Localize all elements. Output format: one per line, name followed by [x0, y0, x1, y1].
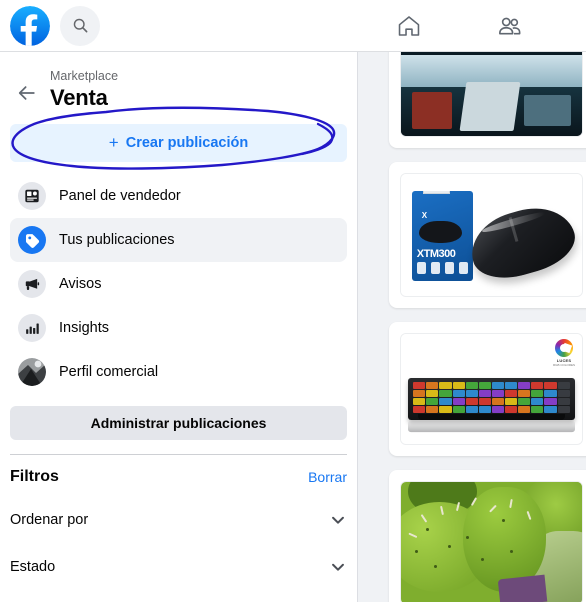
sidebar-item-label: Panel de vendedor — [59, 188, 181, 204]
filter-estado[interactable]: Estado — [10, 554, 347, 580]
chevron-down-icon — [332, 563, 344, 571]
title-block: Marketplace Venta — [50, 68, 118, 112]
mouse-product — [463, 197, 582, 288]
mouse-retail-box: X XTM300 — [411, 191, 474, 282]
price-tag-icon — [18, 226, 46, 254]
sidebar-header: Marketplace Venta — [10, 52, 347, 112]
listing-thumbnail: LUCES RGB COLORES — [400, 333, 583, 445]
sidebar-item-label: Insights — [59, 320, 109, 336]
rgb-keyboard-photo: LUCES RGB COLORES — [401, 334, 582, 444]
chevron-down-icon — [332, 516, 344, 524]
back-arrow-icon — [18, 86, 35, 100]
filters-header: Filtros Borrar — [10, 468, 347, 486]
listing-thumbnail — [400, 481, 583, 602]
manage-listings-label: Administrar publicaciones — [90, 415, 267, 431]
manage-listings-button[interactable]: Administrar publicaciones — [10, 406, 347, 440]
seller-dashboard-icon — [18, 182, 46, 210]
home-icon — [398, 16, 420, 36]
clear-filters-link[interactable]: Borrar — [308, 469, 347, 485]
sidebar-item-tus-publicaciones[interactable]: Tus publicaciones — [10, 218, 347, 262]
home-tab[interactable] — [370, 2, 448, 50]
search-icon — [73, 18, 87, 33]
cactus-fruit-photo — [401, 482, 582, 602]
megaphone-icon — [18, 270, 46, 298]
nav-shortcut-group — [370, 0, 548, 52]
listing-card[interactable]: X XTM300 — [389, 162, 586, 308]
sidebar-divider — [10, 454, 347, 455]
mouse-brand-logo: X — [421, 210, 428, 220]
filter-ordenar-por[interactable]: Ordenar por — [10, 507, 347, 533]
listings-feed[interactable]: X XTM300 LUCES RGB COLORES — [359, 52, 586, 602]
create-listing-label: Crear publicación — [125, 135, 249, 151]
facebook-marketplace-selling-page: Marketplace Venta + Crear publicación Pa… — [0, 0, 586, 602]
mouse-model-text: XTM300 — [416, 247, 456, 260]
filters-title: Filtros — [10, 468, 59, 485]
keyboard-keys — [413, 381, 570, 414]
back-button[interactable] — [10, 76, 44, 110]
sidebar-item-insights[interactable]: Insights — [10, 306, 347, 350]
marketplace-sidebar: Marketplace Venta + Crear publicación Pa… — [0, 52, 358, 602]
listing-thumbnail: X XTM300 — [400, 173, 583, 297]
page-title: Venta — [50, 85, 108, 110]
bar-chart-icon — [18, 314, 46, 342]
luces-rgb-logo: LUCES RGB COLORES — [553, 339, 575, 367]
sidebar-item-label: Tus publicaciones — [59, 232, 175, 248]
sidebar-item-avisos[interactable]: Avisos — [10, 262, 347, 306]
logo-subtext: RGB COLORES — [553, 363, 576, 367]
search-button[interactable] — [60, 5, 100, 46]
sidebar-item-perfil-comercial[interactable]: Perfil comercial — [10, 350, 347, 394]
filter-label: Estado — [10, 559, 56, 575]
keyboard-product — [408, 378, 575, 420]
avatar-icon — [18, 358, 46, 386]
top-navigation-bar — [0, 0, 586, 52]
sidebar-menu: Panel de vendedor Tus publicaciones Avis… — [10, 174, 347, 394]
breadcrumb[interactable]: Marketplace — [50, 68, 118, 84]
friends-icon — [498, 17, 520, 34]
sidebar-item-label: Perfil comercial — [59, 364, 159, 380]
sidebar-item-label: Avisos — [59, 276, 102, 292]
listing-card[interactable] — [389, 52, 586, 148]
create-listing-button[interactable]: + Crear publicación — [10, 124, 347, 162]
filter-label: Ordenar por — [10, 512, 89, 528]
listing-card[interactable]: LUCES RGB COLORES — [389, 322, 586, 456]
listing-card[interactable] — [389, 470, 586, 602]
listing-thumbnail — [400, 52, 583, 137]
wireless-mouse-photo: X XTM300 — [401, 174, 582, 296]
plus-icon: + — [108, 133, 119, 152]
sidebar-item-panel-de-vendedor[interactable]: Panel de vendedor — [10, 174, 347, 218]
facebook-logo-icon[interactable] — [10, 5, 50, 46]
friends-tab[interactable] — [470, 2, 548, 50]
store-shelf-photo — [401, 52, 582, 136]
